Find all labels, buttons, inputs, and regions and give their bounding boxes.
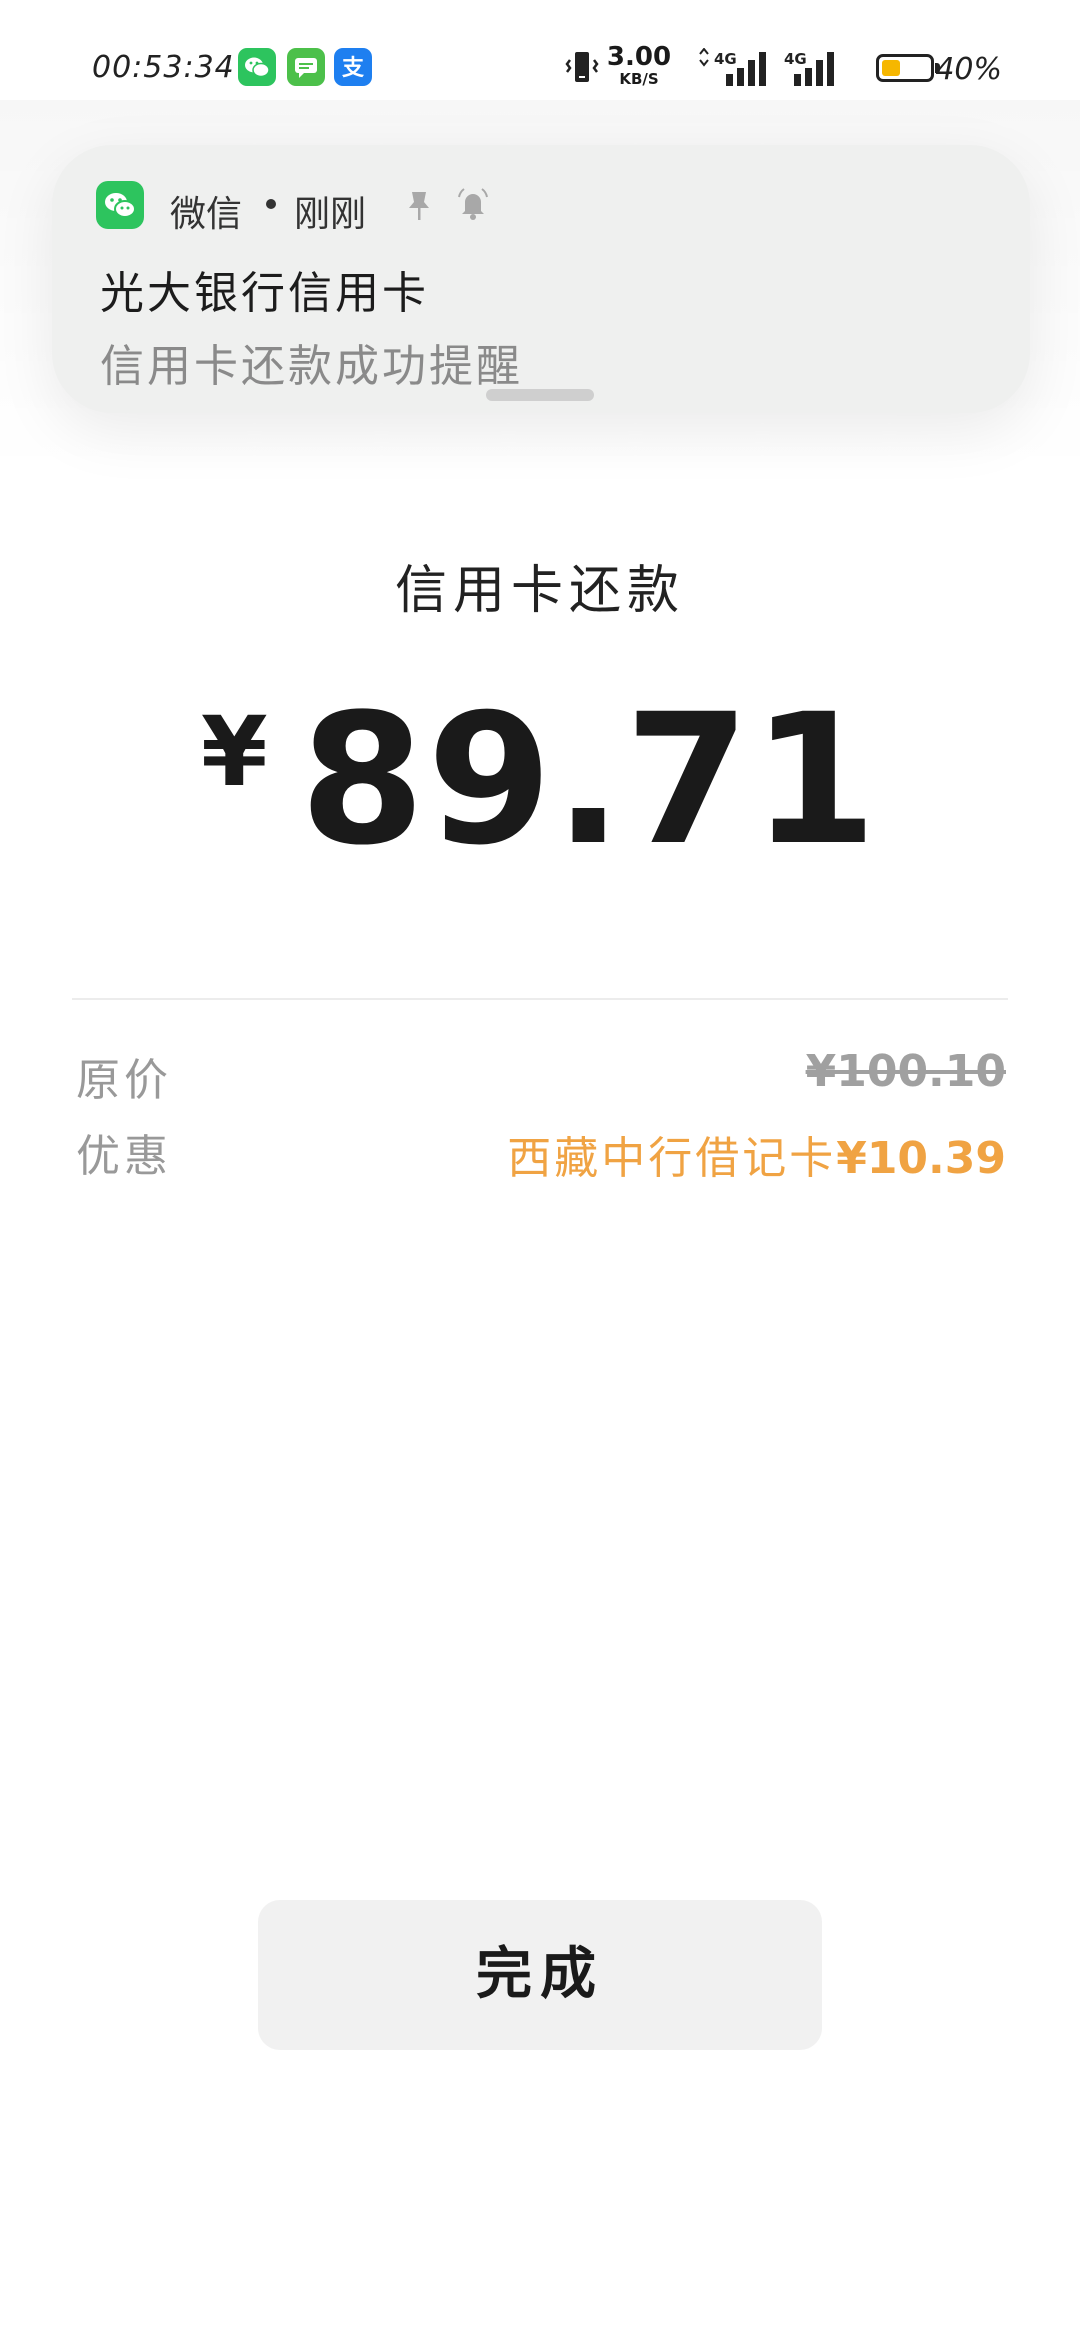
signal1-label: 4G (714, 50, 737, 68)
battery-fill (882, 60, 900, 76)
status-time: 00:53:34 (92, 50, 235, 85)
original-price-label: 原价 (76, 1055, 172, 1106)
notification-title: 光大银行信用卡 (100, 268, 429, 319)
network-speed: 3.00 KB/S (604, 44, 674, 87)
wechat-icon (238, 48, 276, 86)
discount-row: 优惠 西藏中行借记卡¥10.39 (76, 1120, 1006, 1184)
drag-handle[interactable] (486, 389, 594, 401)
alipay-icon: 支 (334, 48, 372, 86)
page-title: 信用卡还款 (394, 561, 685, 621)
done-button[interactable]: 完成 (258, 1900, 822, 2050)
battery-percent: 40% (935, 52, 1002, 87)
signal-4g-icon: 4G (784, 48, 868, 94)
signal-4g-icon: 4G (696, 47, 780, 94)
discount-amount: ¥10.39 (836, 1133, 1006, 1184)
wechat-icon (96, 181, 144, 229)
divider (72, 998, 1008, 1000)
discount-source: 西藏中行借记卡 (507, 1133, 837, 1184)
notification-time: 刚刚 (294, 194, 367, 235)
original-price-value: ¥100.10 (805, 1046, 1006, 1097)
signal2-label: 4G (784, 50, 807, 68)
pin-icon[interactable] (404, 189, 434, 227)
discount-label: 优惠 (76, 1131, 172, 1182)
messages-icon (287, 48, 325, 86)
notification-banner[interactable]: 微信 刚刚 光大银行信用卡 信用卡还款成功提醒 (52, 145, 1030, 413)
vibrate-icon (564, 48, 600, 92)
payment-amount: ¥89.71 (0, 676, 1080, 885)
currency-symbol: ¥ (200, 696, 268, 808)
status-indicators: 3.00 KB/S 4G 4G 40% (502, 44, 1002, 92)
battery-icon (876, 54, 940, 82)
svg-text:支: 支 (342, 56, 365, 81)
network-speed-value: 3.00 (606, 42, 672, 72)
notification-app-name: 微信 (170, 194, 243, 235)
amount-value: 89.71 (299, 676, 880, 885)
notification-body: 信用卡还款成功提醒 (100, 341, 523, 392)
separator-dot (266, 199, 276, 209)
network-speed-unit: KB/S (619, 70, 659, 88)
bell-icon[interactable] (454, 185, 492, 227)
discount-value: 西藏中行借记卡¥10.39 (507, 1122, 1006, 1186)
payment-result-screen: 00:53:34 支 3.00 KB/S 4G 4G 40% 微信 刚刚 光大银… (0, 0, 1080, 2344)
original-price-row: 原价 ¥100.10 (76, 1044, 1006, 1106)
